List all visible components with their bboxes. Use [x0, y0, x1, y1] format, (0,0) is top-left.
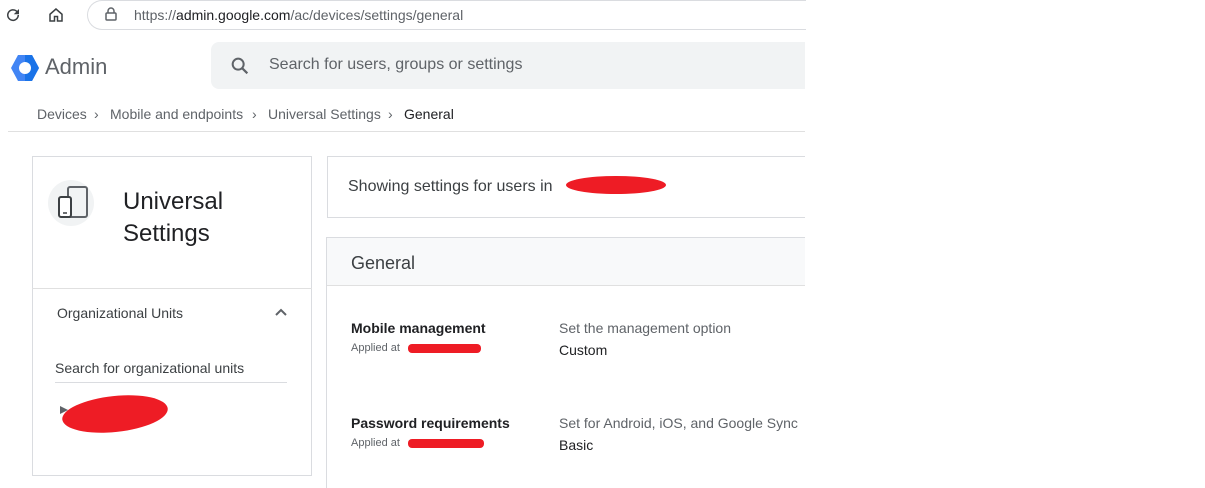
reload-icon[interactable] [4, 6, 22, 24]
url-domain: admin.google.com [176, 7, 291, 23]
redacted-applied-org [408, 344, 481, 353]
setting-name-mobile-management[interactable]: Mobile management [351, 320, 486, 336]
search-input[interactable]: Search for users, groups or settings [269, 56, 522, 74]
app-name[interactable]: Admin [45, 54, 107, 80]
redacted-org-name [566, 176, 666, 194]
chevron-right-icon: › [252, 106, 257, 122]
url-path: /ac/devices/settings/general [290, 7, 464, 23]
url-prefix: https:// [134, 7, 177, 23]
chevron-right-icon: › [388, 106, 393, 122]
redacted-applied-org [408, 439, 484, 448]
site-info-icon[interactable] [103, 6, 119, 22]
search-icon[interactable] [229, 55, 251, 77]
header-divider [8, 131, 805, 132]
panel-title: Universal Settings [123, 186, 223, 250]
chevron-up-icon[interactable] [273, 305, 289, 319]
chevron-right-icon: › [94, 106, 99, 122]
breadcrumb-mobile-endpoints[interactable]: Mobile and endpoints [110, 106, 243, 122]
url-text[interactable]: https://admin.google.com/ac/devices/sett… [134, 7, 463, 23]
setting-value[interactable]: Basic [559, 437, 593, 453]
org-units-search-input[interactable]: Search for organizational units [55, 360, 244, 376]
home-icon[interactable] [47, 6, 65, 24]
general-section-title: General [351, 253, 416, 273]
showing-settings-text: Showing settings for users in [348, 178, 553, 195]
browser-toolbar: https://admin.google.com/ac/devices/sett… [0, 0, 806, 30]
org-units-label[interactable]: Organizational Units [57, 305, 183, 321]
setting-applied-at: Applied at [351, 342, 400, 354]
devices-icon [58, 186, 88, 218]
panel-title-line1: Universal [123, 188, 224, 215]
admin-logo-icon[interactable] [10, 54, 40, 82]
setting-applied-at: Applied at [351, 437, 400, 449]
setting-description[interactable]: Set the management option [559, 320, 731, 336]
breadcrumb-general: General [404, 106, 454, 122]
setting-name-password-requirements[interactable]: Password requirements [351, 415, 510, 431]
panel-title-line2: Settings [123, 220, 210, 247]
setting-description[interactable]: Set for Android, iOS, and Google Sync [559, 415, 798, 431]
org-units-search-underline [55, 382, 287, 383]
setting-value[interactable]: Custom [559, 342, 607, 358]
breadcrumb-universal-settings[interactable]: Universal Settings [268, 106, 381, 122]
breadcrumb-devices[interactable]: Devices [37, 106, 87, 122]
panel-divider [32, 288, 312, 289]
